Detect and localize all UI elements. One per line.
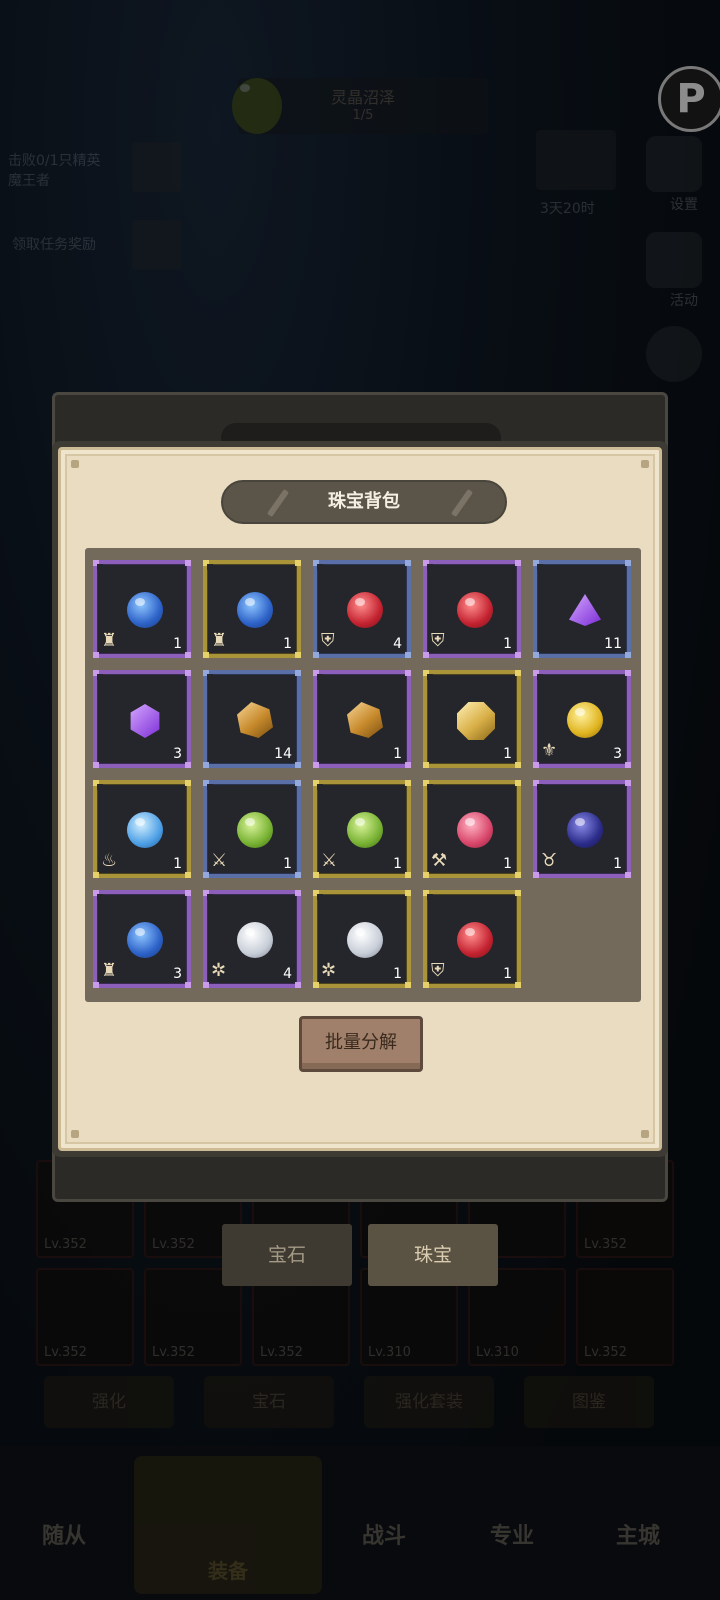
purple-triangle-gem-icon	[569, 594, 601, 626]
item-count: 1	[503, 966, 512, 982]
green-orb-gem-icon	[237, 812, 273, 848]
star-icon: ✲	[211, 960, 227, 981]
blue-orb-gem-icon	[127, 922, 163, 958]
amber-rough-gem-icon	[237, 702, 273, 738]
jewel-slot[interactable]: ⚒ 1	[423, 780, 521, 878]
item-count: 4	[393, 636, 402, 652]
item-count: 3	[613, 746, 622, 762]
pink-orb-gem-icon	[457, 812, 493, 848]
jewel-slot[interactable]: ⛨ 1	[423, 890, 521, 988]
red-orb-gem-icon	[347, 592, 383, 628]
item-count: 4	[283, 966, 292, 982]
yellow-orb-gem-icon	[567, 702, 603, 738]
jewel-slot[interactable]: 1	[423, 670, 521, 768]
jewelry-bag-dialog: 珠宝背包 ♜ 1 ♜ 1 ⛨ 4 ⛨ 1 11 3 14 1 1 ⚜ 3 ♨ 1 ⚔ 1 ⚔ 1 ⚒ 1 ♉ 1 ♜ 3 ✲ 4 ✲ 1 ⛨ 1…	[52, 441, 668, 1157]
indigo-orb-gem-icon	[567, 812, 603, 848]
item-count: 11	[604, 636, 622, 652]
jewel-slot[interactable]: ⚔ 1	[313, 780, 411, 878]
wings-icon: ⚜	[541, 740, 558, 761]
item-count: 1	[613, 856, 622, 872]
purple-hexagon-gem-icon	[130, 704, 160, 738]
jewel-slot[interactable]: ⛨ 4	[313, 560, 411, 658]
green-orb-gem-icon	[347, 812, 383, 848]
flame-icon: ♨	[101, 850, 118, 871]
amber-octagon-gem-icon	[457, 702, 495, 740]
inventory-grid-area: ♜ 1 ♜ 1 ⛨ 4 ⛨ 1 11 3 14 1 1 ⚜ 3 ♨ 1 ⚔ 1 ⚔ 1 ⚒ 1 ♉ 1 ♜ 3 ✲ 4 ✲ 1 ⛨ 1	[85, 548, 641, 1002]
armor-icon: ⛨	[431, 630, 445, 651]
jewel-slot[interactable]: ✲ 1	[313, 890, 411, 988]
horns-icon: ♉	[541, 850, 558, 871]
jewel-slot[interactable]: 14	[203, 670, 301, 768]
jewel-slot[interactable]: ⛨ 1	[423, 560, 521, 658]
jewel-slot[interactable]: 1	[313, 670, 411, 768]
helm-icon: ♜	[101, 630, 118, 651]
jewel-slot[interactable]: 11	[533, 560, 631, 658]
tab-jewelry[interactable]: 珠宝	[368, 1224, 498, 1286]
jewel-slot[interactable]: ⚔ 1	[203, 780, 301, 878]
hammer-icon: ⚒	[431, 850, 448, 871]
inventory-grid: ♜ 1 ♜ 1 ⛨ 4 ⛨ 1 11 3 14 1 1 ⚜ 3 ♨ 1 ⚔ 1 ⚔ 1 ⚒ 1 ♉ 1 ♜ 3 ✲ 4 ✲ 1 ⛨ 1	[93, 560, 641, 988]
sky-orb-gem-icon	[127, 812, 163, 848]
item-count: 1	[503, 746, 512, 762]
item-count: 1	[173, 636, 182, 652]
item-count: 1	[173, 856, 182, 872]
star-icon: ✲	[321, 960, 337, 981]
item-count: 1	[503, 636, 512, 652]
white-orb-gem-icon	[237, 922, 273, 958]
jewel-slot[interactable]: ♨ 1	[93, 780, 191, 878]
item-count: 1	[393, 856, 402, 872]
helm-icon: ♜	[101, 960, 118, 981]
item-count: 3	[173, 746, 182, 762]
jewel-slot[interactable]: ✲ 4	[203, 890, 301, 988]
item-count: 1	[393, 746, 402, 762]
jewel-slot[interactable]: ⚜ 3	[533, 670, 631, 768]
dialog-title: 珠宝背包	[221, 480, 507, 524]
red-orb-gem-icon	[457, 922, 493, 958]
amber-rough-gem-icon	[347, 702, 383, 738]
blue-orb-gem-icon	[237, 592, 273, 628]
tab-gem[interactable]: 宝石	[222, 1224, 352, 1286]
trident-icon: ⚔	[211, 850, 228, 871]
blue-orb-gem-icon	[127, 592, 163, 628]
item-count: 1	[503, 856, 512, 872]
item-count: 14	[274, 746, 292, 762]
jewel-slot[interactable]: ♜ 1	[203, 560, 301, 658]
item-count: 3	[173, 966, 182, 982]
armor-icon: ⛨	[431, 960, 445, 981]
jewel-slot[interactable]: 3	[93, 670, 191, 768]
jewel-slot[interactable]: ♜ 1	[93, 560, 191, 658]
jewel-slot[interactable]: ♜ 3	[93, 890, 191, 988]
item-count: 1	[283, 856, 292, 872]
batch-decompose-button[interactable]: 批量分解	[299, 1016, 423, 1072]
item-count: 1	[283, 636, 292, 652]
trident-icon: ⚔	[321, 850, 338, 871]
helm-icon: ♜	[211, 630, 228, 651]
white-orb-gem-icon	[347, 922, 383, 958]
item-count: 1	[393, 966, 402, 982]
armor-icon: ⛨	[321, 630, 335, 651]
red-orb-gem-icon	[457, 592, 493, 628]
jewel-slot[interactable]: ♉ 1	[533, 780, 631, 878]
